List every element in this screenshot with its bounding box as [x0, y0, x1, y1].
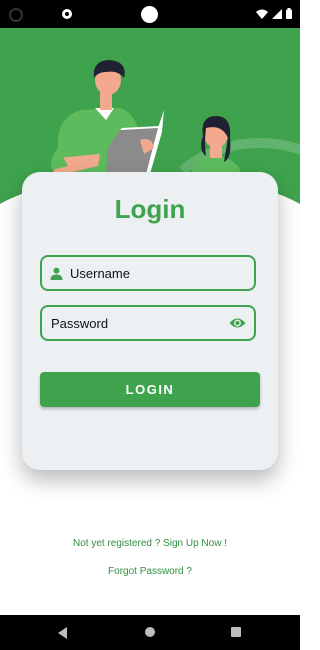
- signal-icon: [272, 8, 282, 19]
- battery-icon: [286, 8, 292, 19]
- notification-icon: [62, 9, 72, 19]
- wifi-icon: [256, 9, 268, 19]
- home-icon[interactable]: [145, 627, 155, 637]
- login-button[interactable]: LOGIN: [40, 372, 260, 407]
- status-bar: [0, 0, 300, 28]
- login-card: Login Username Password LOGIN: [22, 172, 278, 470]
- status-icons: [256, 8, 292, 19]
- recent-apps-icon[interactable]: [231, 627, 241, 637]
- username-field[interactable]: Username: [40, 255, 256, 291]
- login-title: Login: [114, 194, 186, 224]
- person-icon: [50, 267, 63, 280]
- signup-link[interactable]: Not yet registered ? Sign Up Now !: [0, 538, 300, 549]
- password-placeholder: Password: [51, 315, 109, 331]
- eye-icon[interactable]: [229, 317, 246, 329]
- password-field[interactable]: Password: [40, 305, 256, 341]
- camera-cutout: [9, 8, 23, 22]
- navigation-bar: [0, 615, 300, 650]
- username-placeholder: Username: [70, 265, 130, 281]
- back-icon[interactable]: [58, 627, 67, 639]
- forgot-password-link[interactable]: Forgot Password ?: [0, 566, 300, 577]
- front-camera: [141, 6, 158, 23]
